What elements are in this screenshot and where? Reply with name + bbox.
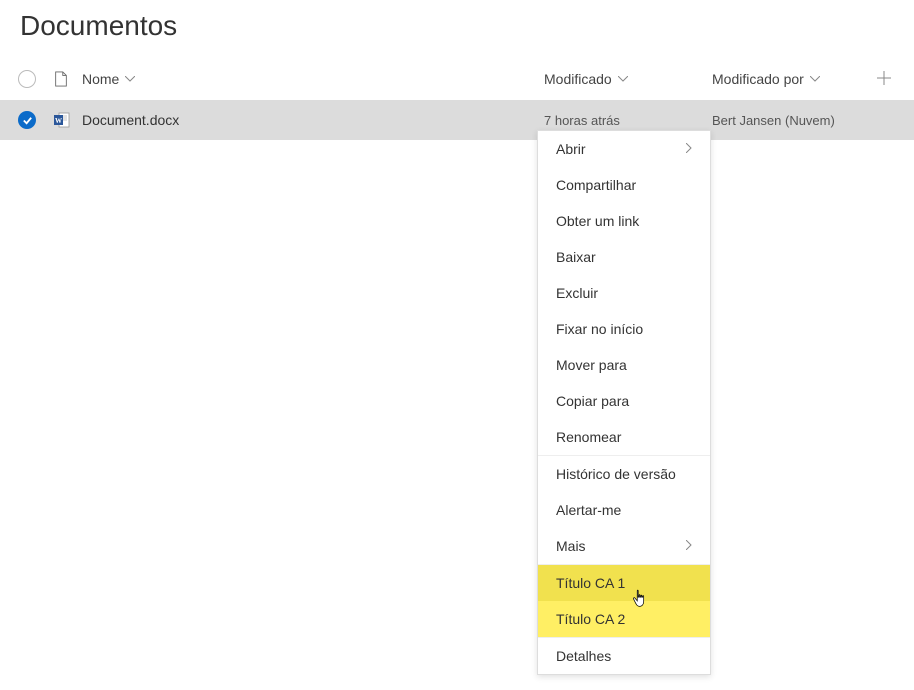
menu-rename-label: Renomear: [556, 429, 621, 445]
menu-more[interactable]: Mais: [538, 528, 710, 564]
menu-version-history[interactable]: Histórico de versão: [538, 455, 710, 492]
menu-open-label: Abrir: [556, 141, 586, 157]
menu-download[interactable]: Baixar: [538, 239, 710, 275]
menu-details-label: Detalhes: [556, 648, 611, 664]
chevron-down-icon: [810, 76, 820, 82]
menu-alert-label: Alertar-me: [556, 502, 621, 518]
file-modified-by: Bert Jansen (Nuvem): [712, 113, 872, 128]
menu-download-label: Baixar: [556, 249, 596, 265]
menu-get-link[interactable]: Obter um link: [538, 203, 710, 239]
chevron-right-icon: [686, 539, 692, 553]
row-select[interactable]: [18, 111, 54, 129]
menu-ca1-label: Título CA 1: [556, 575, 625, 591]
menu-delete[interactable]: Excluir: [538, 275, 710, 311]
file-name[interactable]: Document.docx: [82, 112, 544, 128]
word-doc-icon: W: [54, 112, 70, 128]
column-modified-by-label: Modificado por: [712, 71, 804, 87]
chevron-down-icon: [618, 76, 628, 82]
file-type-icon: W: [54, 112, 82, 128]
menu-ca2-label: Título CA 2: [556, 611, 625, 627]
menu-move-label: Mover para: [556, 357, 627, 373]
page-title: Documentos: [0, 0, 914, 58]
add-column-button[interactable]: [877, 69, 891, 90]
circle-icon: [18, 70, 36, 88]
plus-icon: [877, 71, 891, 85]
menu-pin[interactable]: Fixar no início: [538, 311, 710, 347]
menu-custom-action-1[interactable]: Título CA 1: [538, 564, 710, 601]
menu-get-link-label: Obter um link: [556, 213, 639, 229]
chevron-down-icon: [125, 76, 135, 82]
menu-delete-label: Excluir: [556, 285, 598, 301]
menu-more-label: Mais: [556, 538, 586, 554]
menu-share-label: Compartilhar: [556, 177, 636, 193]
column-name-label: Nome: [82, 71, 119, 87]
file-modified: 7 horas atrás: [544, 113, 712, 128]
menu-alert[interactable]: Alertar-me: [538, 492, 710, 528]
menu-copy[interactable]: Copiar para: [538, 383, 710, 419]
column-modified-by[interactable]: Modificado por: [712, 71, 820, 87]
checkmark-icon: [18, 111, 36, 129]
menu-details[interactable]: Detalhes: [538, 637, 710, 674]
column-modified-label: Modificado: [544, 71, 612, 87]
select-all[interactable]: [18, 70, 54, 88]
file-icon: [54, 71, 68, 87]
menu-pin-label: Fixar no início: [556, 321, 643, 337]
chevron-right-icon: [686, 142, 692, 156]
svg-text:W: W: [55, 117, 62, 125]
table-row[interactable]: W Document.docx 7 horas atrás Bert Janse…: [0, 100, 914, 140]
menu-open[interactable]: Abrir: [538, 131, 710, 167]
menu-copy-label: Copiar para: [556, 393, 629, 409]
menu-history-label: Histórico de versão: [556, 466, 676, 482]
column-modified[interactable]: Modificado: [544, 71, 628, 87]
menu-rename[interactable]: Renomear: [538, 419, 710, 455]
menu-move[interactable]: Mover para: [538, 347, 710, 383]
file-type-column: [54, 71, 82, 87]
menu-share[interactable]: Compartilhar: [538, 167, 710, 203]
menu-custom-action-2[interactable]: Título CA 2: [538, 601, 710, 637]
column-name[interactable]: Nome: [82, 71, 135, 87]
context-menu: Abrir Compartilhar Obter um link Baixar …: [537, 130, 711, 675]
list-header: Nome Modificado Modificado por: [0, 58, 914, 100]
